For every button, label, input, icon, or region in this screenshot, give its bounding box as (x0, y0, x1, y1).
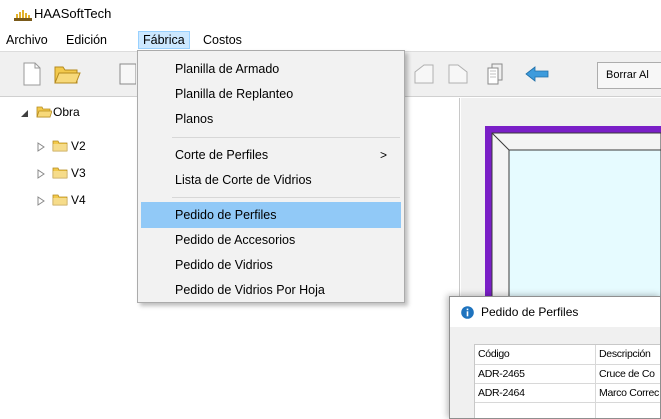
column-header-descripcion[interactable]: Descripción (596, 345, 660, 365)
tree-node-obra[interactable]: Obra (53, 105, 80, 119)
menu-item-pedido-vidrios-hoja[interactable]: Pedido de Vidrios Por Hoja (141, 279, 401, 301)
new-document-icon[interactable] (20, 62, 44, 86)
dialog-body: Código Descripción ADR-2465 Cruce de Co … (450, 327, 660, 418)
menu-costos[interactable]: Costos (199, 32, 246, 50)
table-row-empty[interactable] (596, 403, 660, 418)
tree-node-v3[interactable]: V3 (71, 166, 86, 180)
menu-archivo[interactable]: Archivo (2, 32, 52, 50)
menu-separator (172, 197, 400, 198)
app-title: HAASoftTech (34, 6, 112, 21)
menu-item-corte-perfiles[interactable]: Corte de Perfiles > (141, 144, 401, 166)
menu-item-pedido-accesorios[interactable]: Pedido de Accesorios (141, 229, 401, 251)
dialog-title: Pedido de Perfiles (481, 305, 579, 319)
open-folder-icon[interactable] (53, 62, 81, 86)
column-header-codigo[interactable]: Código (475, 345, 596, 365)
fabrica-dropdown-menu: Planilla de Armado Planilla de Replanteo… (137, 50, 405, 303)
expand-arrow-icon[interactable] (37, 169, 45, 179)
back-arrow-icon[interactable] (524, 62, 550, 86)
folder-icon (52, 167, 68, 179)
menu-item-label: Corte de Perfiles (175, 148, 269, 162)
borrar-button[interactable]: Borrar Al (597, 62, 661, 89)
menu-edicion[interactable]: Edición (62, 32, 111, 50)
copy-document-icon[interactable] (483, 62, 507, 86)
submenu-arrow-icon: > (379, 148, 387, 162)
info-icon (461, 306, 474, 319)
folder-icon (52, 140, 68, 152)
menu-item-planos[interactable]: Planos (141, 108, 401, 130)
menu-item-planilla-replanteo[interactable]: Planilla de Replanteo (141, 83, 401, 105)
profiles-grid: Código Descripción ADR-2465 Cruce de Co … (474, 344, 660, 418)
title-bar: HAASoftTech (0, 0, 661, 30)
menu-separator (172, 137, 400, 138)
menu-item-lista-corte-vidrios[interactable]: Lista de Corte de Vidrios (141, 169, 401, 191)
table-cell-codigo[interactable]: ADR-2464 (475, 384, 596, 403)
shape-icon[interactable] (412, 62, 436, 86)
menu-item-planilla-armado[interactable]: Planilla de Armado (141, 58, 401, 80)
table-cell-descripcion[interactable]: Cruce de Co (596, 365, 660, 384)
open-folder-icon (36, 106, 52, 118)
folder-icon (52, 194, 68, 206)
menu-fabrica[interactable]: Fábrica (138, 31, 190, 49)
expand-arrow-icon[interactable] (37, 142, 45, 152)
table-row-empty[interactable] (475, 403, 596, 418)
tree-node-v2[interactable]: V2 (71, 139, 86, 153)
dialog-title-bar[interactable]: Pedido de Perfiles (450, 297, 660, 327)
expand-arrow-icon[interactable] (37, 196, 45, 206)
menu-item-pedido-vidrios[interactable]: Pedido de Vidrios (141, 254, 401, 276)
tree-node-v4[interactable]: V4 (71, 193, 86, 207)
table-cell-codigo[interactable]: ADR-2465 (475, 365, 596, 384)
app-logo-icon (14, 10, 32, 21)
table-cell-descripcion[interactable]: Marco Correc (596, 384, 660, 403)
save-icon[interactable] (118, 62, 136, 86)
collapse-arrow-icon[interactable] (21, 108, 29, 118)
shape-icon-2[interactable] (446, 62, 470, 86)
menu-item-pedido-perfiles[interactable]: Pedido de Perfiles (141, 202, 401, 228)
menu-bar: Archivo Edición Fábrica Costos (0, 30, 661, 50)
pedido-perfiles-dialog: Pedido de Perfiles Código Descripción AD… (449, 296, 661, 419)
